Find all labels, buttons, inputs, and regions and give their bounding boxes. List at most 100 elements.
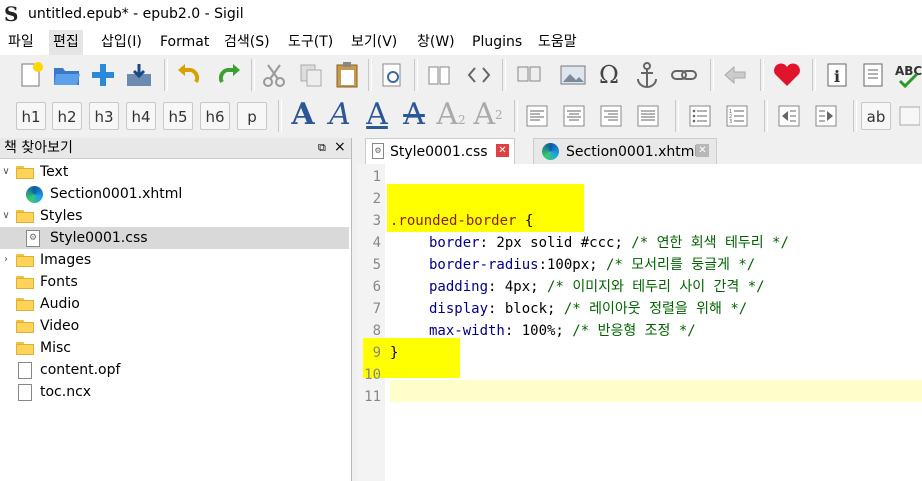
tree-item-styles-folder[interactable]: ∨ Styles [0, 205, 349, 227]
copy-icon[interactable] [294, 59, 328, 91]
close-panel-icon[interactable]: × [334, 138, 346, 156]
tree-item-audio-folder[interactable]: Audio [0, 293, 349, 315]
tree-item-text-folder[interactable]: ∨ Text [0, 161, 349, 183]
back-arrow-icon[interactable] [718, 59, 752, 91]
menu-search[interactable]: 검색(S) [220, 30, 274, 55]
bullet-list-icon[interactable] [683, 100, 717, 132]
tree-item-misc-folder[interactable]: Misc [0, 337, 349, 359]
case-toggle-icon[interactable] [896, 100, 922, 132]
open-folder-icon[interactable] [50, 59, 84, 91]
css-file-icon: ⚙ [26, 230, 40, 247]
menu-format[interactable]: Format [156, 30, 213, 55]
validate-heart-icon[interactable] [770, 59, 804, 91]
add-file-icon[interactable] [86, 59, 120, 91]
tree-item-style-css[interactable]: ⚙ Style0001.css [0, 227, 349, 249]
insert-link-icon[interactable] [667, 59, 701, 91]
redo-icon[interactable] [212, 59, 246, 91]
tab-section-xhtml[interactable]: Section0001.xhtml ✕ [533, 138, 717, 164]
toc-edit-icon[interactable] [856, 59, 890, 91]
close-tab-icon[interactable]: ✕ [696, 144, 709, 157]
decrease-indent-icon[interactable] [772, 100, 806, 132]
insert-image-icon[interactable] [556, 59, 590, 91]
save-icon[interactable] [122, 59, 156, 91]
underline-icon[interactable]: A [360, 98, 394, 132]
css-value: : 100%; [504, 323, 573, 339]
tree-item-images-folder[interactable]: › Images [0, 249, 349, 271]
tree-label: Section0001.xhtml [50, 186, 183, 202]
insert-special-char-icon[interactable]: Ω [592, 59, 626, 91]
tree-item-section-xhtml[interactable]: Section0001.xhtml [0, 183, 349, 205]
line-number: 8 [372, 323, 381, 339]
menu-view[interactable]: 보기(V) [347, 30, 401, 55]
menu-plugins[interactable]: Plugins [468, 30, 526, 55]
menu-window[interactable]: 창(W) [413, 30, 459, 55]
subscript-icon[interactable]: A2 [434, 98, 468, 132]
cut-icon[interactable] [257, 59, 291, 91]
tree-item-content-opf[interactable]: content.opf [0, 359, 349, 381]
align-center-icon[interactable] [557, 100, 591, 132]
spellcheck-icon[interactable]: ABC [892, 59, 922, 91]
current-line-highlight [390, 380, 922, 402]
heading-4-button[interactable]: h4 [126, 102, 156, 130]
undo-icon[interactable] [172, 59, 206, 91]
code-view-icon[interactable] [462, 59, 496, 91]
heading-5-button[interactable]: h5 [163, 102, 193, 130]
code-line-rule: max-width: 100%; /* 반응형 조정 */ [429, 320, 696, 342]
menu-insert[interactable]: 삽입(I) [97, 30, 146, 55]
svg-text:i: i [834, 67, 840, 86]
split-section-icon[interactable] [512, 59, 546, 91]
heading-2-button[interactable]: h2 [52, 102, 82, 130]
line-number: 3 [372, 213, 381, 229]
align-right-icon[interactable] [594, 100, 628, 132]
heading-6-button[interactable]: h6 [200, 102, 230, 130]
strikethrough-icon[interactable]: A [397, 98, 431, 132]
tree-item-fonts-folder[interactable]: Fonts [0, 271, 349, 293]
css-property: display [429, 301, 489, 317]
collapsed-chevron-icon[interactable]: › [0, 249, 12, 271]
line-number: 4 [372, 235, 381, 251]
text-ab-button[interactable]: ab [861, 102, 891, 130]
css-property: max-width [429, 323, 505, 339]
tab-style-css[interactable]: ⚙ Style0001.css ✕ [365, 138, 515, 164]
heading-3-button[interactable]: h3 [89, 102, 119, 130]
menu-help[interactable]: 도움말 [534, 30, 581, 55]
tree-item-video-folder[interactable]: Video [0, 315, 349, 337]
numbered-list-icon[interactable]: 123 [720, 100, 754, 132]
increase-indent-icon[interactable] [809, 100, 843, 132]
menu-tools[interactable]: 도구(T) [284, 30, 337, 55]
menu-edit[interactable]: 편집 [49, 30, 83, 55]
bold-icon[interactable]: A [286, 98, 320, 132]
italic-icon[interactable]: A [323, 98, 357, 132]
align-justify-icon[interactable] [631, 100, 665, 132]
heading-1-button[interactable]: h1 [16, 102, 46, 130]
close-tab-icon[interactable]: ✕ [496, 144, 509, 157]
expanded-chevron-icon[interactable]: ∨ [0, 205, 12, 227]
format-toolbar: h1 h2 h3 h4 h5 h6 p A A A A A2 A2 123 ab [0, 96, 922, 136]
book-view-icon[interactable] [422, 59, 456, 91]
book-browser-header: 책 찾아보기 ⧉ × [0, 138, 351, 159]
find-replace-icon[interactable] [375, 59, 409, 91]
paragraph-button[interactable]: p [237, 102, 267, 130]
insert-anchor-icon[interactable] [630, 59, 664, 91]
expanded-chevron-icon[interactable]: ∨ [0, 161, 12, 183]
superscript-icon[interactable]: A2 [471, 98, 505, 132]
metadata-info-icon[interactable]: i [820, 59, 854, 91]
tree-label: Misc [40, 340, 71, 356]
align-left-icon[interactable] [520, 100, 554, 132]
folder-icon [16, 298, 34, 311]
window-title: untitled.epub* - epub2.0 - Sigil [28, 6, 244, 22]
code-editor[interactable]: 1 2 3 4 5 6 7 8 9 10 11 .rounded-border … [357, 164, 922, 481]
css-value: : block; [488, 301, 564, 317]
line-number: 7 [372, 301, 381, 317]
float-panel-icon[interactable]: ⧉ [318, 140, 326, 156]
new-file-icon[interactable] [14, 59, 48, 91]
tree-item-toc-ncx[interactable]: toc.ncx [0, 381, 349, 403]
menu-file[interactable]: 파일 [4, 30, 38, 55]
main-toolbar: Ω i ABC [0, 55, 922, 95]
paste-icon[interactable] [330, 59, 364, 91]
css-comment: /* 이미지와 테두리 사이 간격 */ [547, 279, 765, 295]
folder-icon [16, 276, 34, 289]
line-number: 2 [372, 191, 381, 207]
css-comment: /* 연한 회색 테두리 */ [631, 235, 789, 251]
svg-text:Ω: Ω [599, 61, 619, 89]
